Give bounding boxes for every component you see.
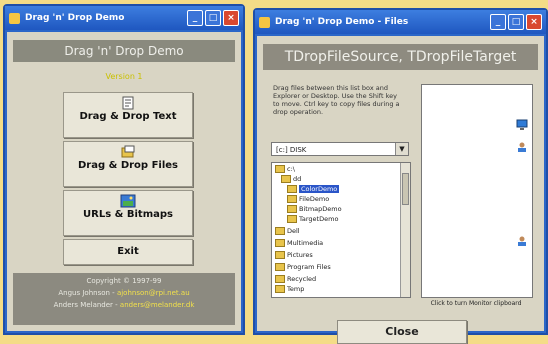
- drive-value: [c:] DISK: [276, 146, 307, 154]
- drag-drop-files-button[interactable]: Drag & Drop Files: [63, 141, 193, 187]
- window-title: Drag 'n' Drop Demo - Files: [275, 17, 409, 27]
- file-list-box[interactable]: [421, 84, 533, 298]
- folder-icon: [275, 227, 285, 235]
- folder-icon: [287, 195, 297, 203]
- maximize-icon[interactable]: □: [508, 14, 524, 30]
- instructions-text: Drag files between this list box and Exp…: [273, 84, 400, 116]
- window-title: Drag 'n' Drop Demo: [25, 13, 125, 23]
- folder-icon: [275, 285, 285, 293]
- folder-icon: [275, 239, 285, 247]
- main-demo-window: Drag 'n' Drop Demo _ □ × Drag 'n' Drop D…: [3, 4, 245, 335]
- folder-icon: [275, 263, 285, 271]
- urls-bitmaps-label: URLs & Bitmaps: [83, 209, 173, 220]
- close-button[interactable]: Close: [337, 320, 467, 344]
- credit-email-link-2[interactable]: anders@melander.dk: [120, 301, 195, 309]
- credit-name-1: Angus Johnson -: [58, 289, 115, 297]
- tree-node[interactable]: Temp: [275, 285, 304, 294]
- user-icon: [518, 236, 526, 246]
- folder-icon: [281, 175, 291, 183]
- copyright-text: Copyright © 1997-99: [86, 277, 162, 285]
- files-demo-window: Drag 'n' Drop Demo - Files _ □ × TDropFi…: [253, 8, 548, 344]
- files-title-bar[interactable]: Drag 'n' Drop Demo - Files _ □ ×: [255, 10, 546, 34]
- folder-icon: [275, 275, 285, 283]
- version-label: Version 1: [105, 72, 143, 81]
- tree-node[interactable]: Dell: [275, 227, 300, 236]
- credit-email-link-1[interactable]: ajohnson@rpi.net.au: [117, 289, 190, 297]
- credits-panel: Copyright © 1997-99 Angus Johnson - ajoh…: [13, 273, 235, 325]
- tree-scrollbar[interactable]: [400, 163, 410, 297]
- files-client-area: TDropFileSource, TDropFileTarget Drag fi…: [257, 36, 544, 344]
- scrollbar-thumb[interactable]: [402, 173, 409, 205]
- file-drag-icon: [121, 145, 135, 158]
- tree-node[interactable]: BitmapDemo: [287, 205, 342, 214]
- tree-node[interactable]: Program Files: [275, 263, 331, 272]
- drive-select[interactable]: [c:] DISK ▼: [271, 142, 409, 156]
- tree-node[interactable]: dd: [281, 175, 301, 184]
- app-icon: [9, 12, 20, 24]
- tree-node[interactable]: TargetDemo: [287, 215, 338, 224]
- components-header: TDropFileSource, TDropFileTarget: [263, 44, 538, 70]
- monitor-icon: [516, 119, 528, 130]
- clipboard-hint: Click to turn Monitor clipboard: [430, 300, 522, 307]
- drag-drop-text-label: Drag & Drop Text: [79, 111, 177, 122]
- folder-icon: [275, 251, 285, 259]
- image-icon: [120, 194, 136, 208]
- minimize-icon[interactable]: _: [490, 14, 506, 30]
- tree-node-selected[interactable]: ColorDemo: [287, 185, 340, 194]
- chevron-down-icon[interactable]: ▼: [395, 143, 408, 155]
- close-icon[interactable]: ×: [526, 14, 542, 30]
- credit-name-2: Anders Melander -: [53, 301, 118, 309]
- main-title-bar[interactable]: Drag 'n' Drop Demo _ □ ×: [5, 6, 243, 30]
- close-icon[interactable]: ×: [223, 10, 239, 26]
- credit-row-2: Anders Melander - anders@melander.dk: [13, 301, 235, 309]
- directory-tree[interactable]: c:\ dd ColorDemo FileDemo BitmapDemo Tar…: [271, 162, 411, 298]
- folder-icon: [275, 165, 285, 173]
- app-icon: [259, 16, 270, 28]
- main-client-area: Drag 'n' Drop Demo Version 1 Drag & Drop…: [7, 32, 241, 331]
- tree-node[interactable]: Pictures: [275, 251, 313, 260]
- folder-icon: [287, 185, 297, 193]
- maximize-icon[interactable]: □: [205, 10, 221, 26]
- drag-drop-files-label: Drag & Drop Files: [78, 160, 178, 171]
- exit-label: Exit: [117, 246, 139, 257]
- user-icon: [518, 142, 526, 152]
- credit-row-1: Angus Johnson - ajohnson@rpi.net.au: [13, 289, 235, 297]
- tree-node[interactable]: Recycled: [275, 275, 316, 284]
- tree-node[interactable]: Multimedia: [275, 239, 323, 248]
- folder-icon: [287, 215, 297, 223]
- tree-node[interactable]: FileDemo: [287, 195, 329, 204]
- drag-drop-text-button[interactable]: Drag & Drop Text: [63, 92, 193, 138]
- tree-node[interactable]: c:\: [275, 165, 295, 174]
- urls-bitmaps-button[interactable]: URLs & Bitmaps: [63, 190, 193, 236]
- text-document-icon: [122, 96, 134, 110]
- exit-button[interactable]: Exit: [63, 239, 193, 265]
- minimize-icon[interactable]: _: [187, 10, 203, 26]
- folder-icon: [287, 205, 297, 213]
- demo-header: Drag 'n' Drop Demo: [13, 40, 235, 62]
